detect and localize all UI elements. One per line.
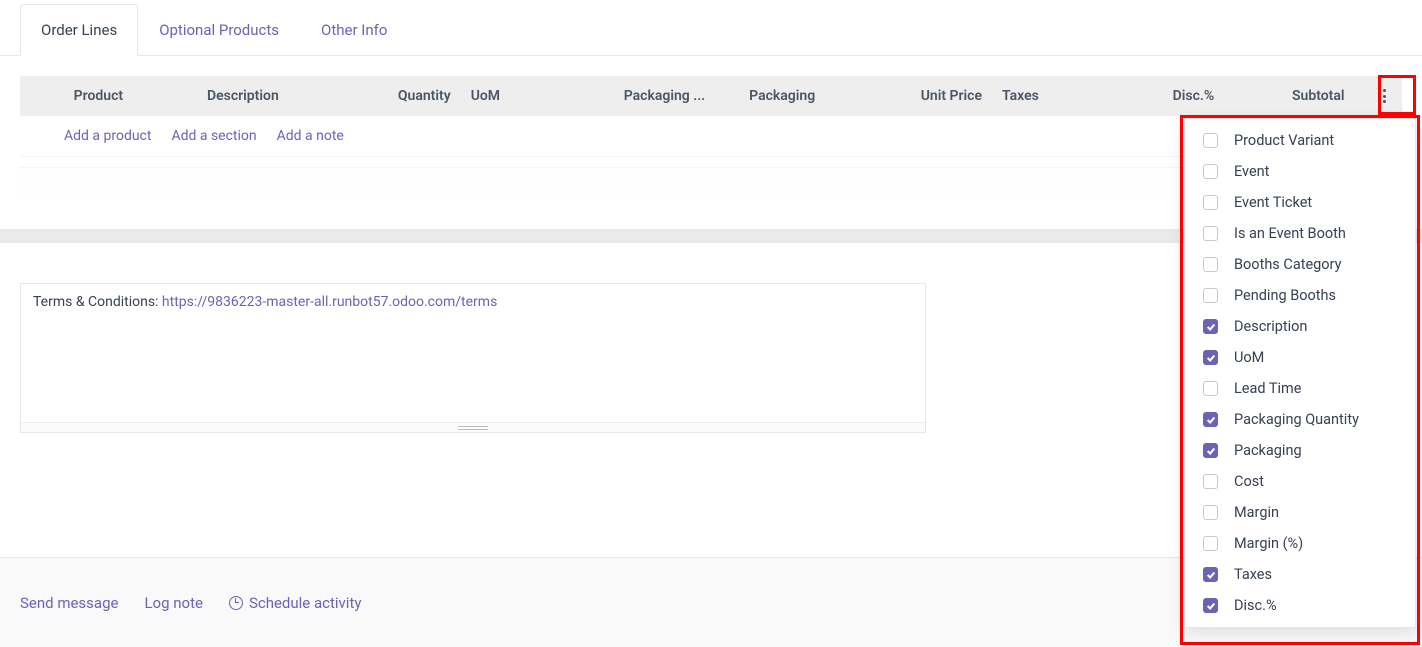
send-message-button[interactable]: Send message xyxy=(20,594,118,612)
column-option-label: Margin xyxy=(1234,504,1279,521)
column-option-item[interactable]: Margin (%) xyxy=(1185,528,1415,559)
checkbox-icon[interactable] xyxy=(1203,412,1218,427)
column-option-label: Packaging xyxy=(1234,442,1302,459)
checkbox-icon[interactable] xyxy=(1203,381,1218,396)
checkbox-icon[interactable] xyxy=(1203,257,1218,272)
column-option-item[interactable]: Lead Time xyxy=(1185,373,1415,404)
checkbox-icon[interactable] xyxy=(1203,226,1218,241)
resize-handle-icon[interactable] xyxy=(21,422,925,432)
column-option-item[interactable]: Is an Event Booth xyxy=(1185,218,1415,249)
column-option-label: Cost xyxy=(1234,473,1264,490)
th-unit-price[interactable]: Unit Price xyxy=(885,88,992,104)
column-option-label: Booths Category xyxy=(1234,256,1341,273)
terms-url[interactable]: https://9836223-master-all.runbot57.odoo… xyxy=(162,294,497,310)
optional-columns-button[interactable] xyxy=(1367,89,1402,103)
column-option-label: Taxes xyxy=(1234,566,1272,583)
column-option-label: UoM xyxy=(1234,349,1264,366)
clock-icon xyxy=(229,596,243,610)
optional-columns-dropdown: Product Variant Event Event Ticket Is an Ev… xyxy=(1184,118,1416,628)
add-section-link[interactable]: Add a section xyxy=(171,128,256,144)
th-taxes[interactable]: Taxes xyxy=(992,88,1125,104)
th-quantity[interactable]: Quantity xyxy=(341,88,461,104)
checkbox-icon[interactable] xyxy=(1203,164,1218,179)
column-option-item[interactable]: Packaging Quantity xyxy=(1185,404,1415,435)
checkbox-icon[interactable] xyxy=(1203,474,1218,489)
column-option-item[interactable]: Cost xyxy=(1185,466,1415,497)
th-subtotal[interactable]: Subtotal xyxy=(1224,88,1366,104)
column-option-label: Description xyxy=(1234,318,1307,335)
th-packaging[interactable]: Packaging xyxy=(739,88,885,104)
checkbox-icon[interactable] xyxy=(1203,195,1218,210)
checkbox-icon[interactable] xyxy=(1203,443,1218,458)
tabs-bar: Order Lines Optional Products Other Info xyxy=(0,0,1422,56)
column-option-item[interactable]: Description xyxy=(1185,311,1415,342)
checkbox-icon[interactable] xyxy=(1203,598,1218,613)
column-option-label: Product Variant xyxy=(1234,132,1334,149)
column-option-item[interactable]: Packaging xyxy=(1185,435,1415,466)
column-option-item[interactable]: Event xyxy=(1185,156,1415,187)
log-note-button[interactable]: Log note xyxy=(144,594,202,612)
column-option-item[interactable]: Pending Booths xyxy=(1185,280,1415,311)
th-packaging-qty[interactable]: Packaging ... xyxy=(614,88,739,104)
checkbox-icon[interactable] xyxy=(1203,505,1218,520)
checkbox-icon[interactable] xyxy=(1203,133,1218,148)
checkbox-icon[interactable] xyxy=(1203,350,1218,365)
column-option-label: Margin (%) xyxy=(1234,535,1303,552)
column-option-item[interactable]: UoM xyxy=(1185,342,1415,373)
th-description[interactable]: Description xyxy=(197,88,341,104)
add-product-link[interactable]: Add a product xyxy=(64,128,151,144)
checkbox-icon[interactable] xyxy=(1203,319,1218,334)
column-option-item[interactable]: Disc.% xyxy=(1185,590,1415,621)
kebab-icon xyxy=(1383,89,1386,103)
terms-conditions-field[interactable]: Terms & Conditions: https://9836223-mast… xyxy=(20,283,926,433)
terms-prefix: Terms & Conditions: xyxy=(33,294,162,310)
column-option-label: Disc.% xyxy=(1234,597,1277,614)
column-option-item[interactable]: Taxes xyxy=(1185,559,1415,590)
column-option-label: Event xyxy=(1234,163,1269,180)
checkbox-icon[interactable] xyxy=(1203,288,1218,303)
table-header-row: Product Description Quantity UoM Packagi… xyxy=(20,76,1402,116)
checkbox-icon[interactable] xyxy=(1203,536,1218,551)
add-note-link[interactable]: Add a note xyxy=(277,128,344,144)
checkbox-icon[interactable] xyxy=(1203,567,1218,582)
column-option-label: Event Ticket xyxy=(1234,194,1312,211)
column-option-item[interactable]: Booths Category xyxy=(1185,249,1415,280)
schedule-activity-button[interactable]: Schedule activity xyxy=(229,594,362,612)
tab-optional-products[interactable]: Optional Products xyxy=(138,4,300,56)
th-uom[interactable]: UoM xyxy=(461,88,614,104)
th-disc[interactable]: Disc.% xyxy=(1125,88,1224,104)
schedule-activity-label: Schedule activity xyxy=(249,594,362,612)
th-product[interactable]: Product xyxy=(64,88,197,104)
column-option-item[interactable]: Event Ticket xyxy=(1185,187,1415,218)
column-option-label: Is an Event Booth xyxy=(1234,225,1346,242)
tab-other-info[interactable]: Other Info xyxy=(300,4,408,56)
column-option-label: Packaging Quantity xyxy=(1234,411,1359,428)
column-option-item[interactable]: Margin xyxy=(1185,497,1415,528)
column-option-label: Pending Booths xyxy=(1234,287,1336,304)
column-option-label: Lead Time xyxy=(1234,380,1301,397)
column-option-item[interactable]: Product Variant xyxy=(1185,125,1415,156)
tab-order-lines[interactable]: Order Lines xyxy=(20,4,138,56)
